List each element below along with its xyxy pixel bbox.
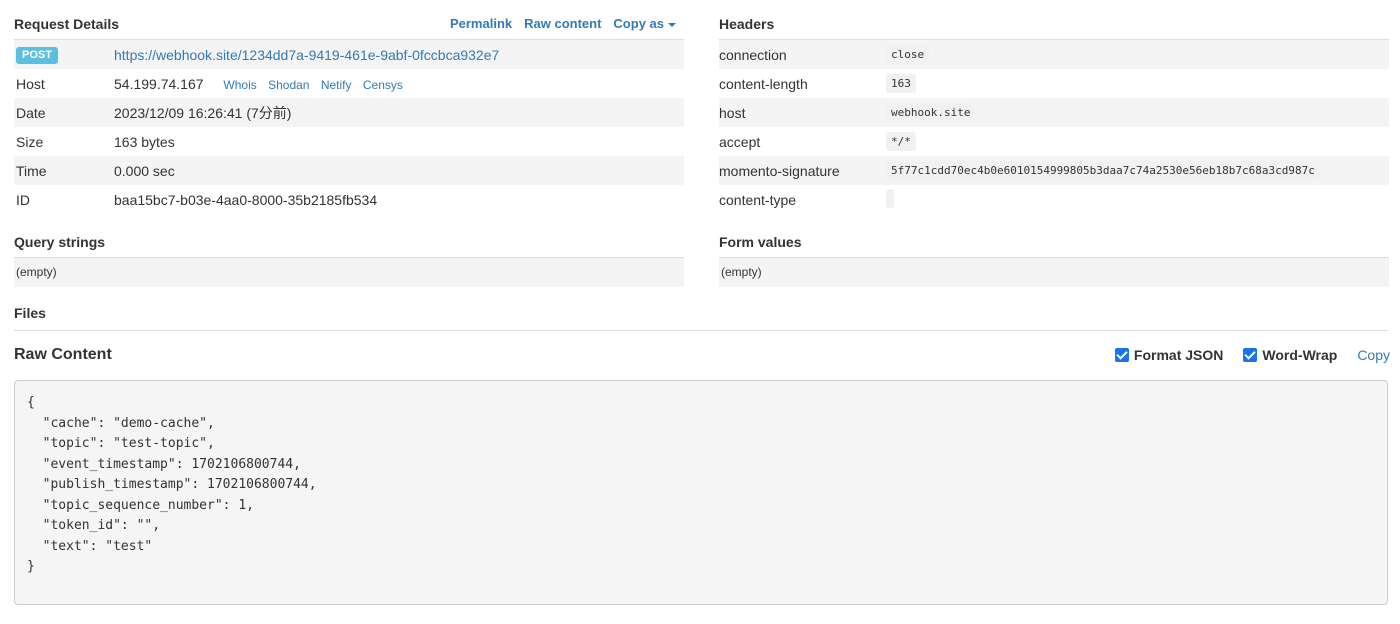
copy-button[interactable]: Copy — [1357, 347, 1390, 363]
time-value: 0.000 sec — [114, 156, 684, 185]
caret-down-icon — [668, 22, 676, 27]
header-name: momento-signature — [719, 156, 886, 185]
request-details-title: Request Details — [14, 16, 120, 32]
netify-link[interactable]: Netify — [321, 78, 352, 92]
table-row: Host 54.199.74.167 Whois Shodan Netify C… — [14, 69, 684, 98]
form-values-header: Form values — [719, 214, 1389, 258]
request-url-link[interactable]: https://webhook.site/1234dd7a-9419-461e-… — [114, 47, 499, 63]
table-row: Time 0.000 sec — [14, 156, 684, 185]
format-json-checkbox[interactable]: Format JSON — [1114, 347, 1224, 363]
header-value-cell: 5f77c1cdd70ec4b0e6010154999805b3daa7c74a… — [886, 156, 1389, 185]
header-value-cell: */* — [886, 127, 1389, 156]
header-value: */* — [886, 132, 916, 151]
request-view: Request Details Permalink Raw content Co… — [0, 0, 1400, 624]
row-label: ID — [16, 191, 30, 208]
request-details-header: Request Details Permalink Raw content Co… — [14, 0, 684, 40]
id-value: baa15bc7-b03e-4aa0-8000-35b2185fb534 — [114, 191, 378, 208]
header-value-cell — [886, 185, 1389, 214]
header-value-cell: 163 — [886, 69, 1389, 98]
host-lookup-links: Whois Shodan Netify Censys — [223, 78, 410, 92]
host-cell: 54.199.74.167 Whois Shodan Netify Censys — [114, 69, 684, 98]
table-row: content-length 163 — [719, 69, 1389, 98]
whois-link[interactable]: Whois — [223, 78, 256, 92]
table-row: Size 163 bytes — [14, 127, 684, 156]
row-label: Host — [16, 75, 45, 92]
header-value — [886, 188, 894, 208]
row-label: Date — [14, 98, 114, 127]
header-value-cell: webhook.site — [886, 98, 1389, 127]
date-value: 2023/12/09 16:26:41 (7分前) — [114, 98, 684, 127]
permalink-link[interactable]: Permalink — [450, 11, 512, 37]
raw-content-options: Format JSON Word-Wrap Copy — [1114, 347, 1390, 363]
shodan-link[interactable]: Shodan — [268, 78, 309, 92]
table-row: ID baa15bc7-b03e-4aa0-8000-35b2185fb534 — [14, 185, 684, 214]
form-values-empty: (empty) — [719, 258, 1389, 287]
checkbox-checked-icon — [1243, 348, 1258, 362]
header-name: content-type — [719, 191, 797, 208]
checkbox-checked-icon — [1114, 348, 1129, 362]
table-row: connection close — [719, 40, 1389, 69]
word-wrap-label: Word-Wrap — [1262, 347, 1338, 363]
host-value: 54.199.74.167 — [114, 75, 204, 92]
table-row: host webhook.site — [719, 98, 1389, 127]
copy-as-dropdown[interactable]: Copy as — [613, 11, 676, 37]
header-value: close — [886, 45, 930, 64]
table-row: Date 2023/12/09 16:26:41 (7分前) — [14, 98, 684, 127]
headers-table: connection close content-length 163 host… — [719, 40, 1389, 214]
row-label: Time — [14, 156, 114, 185]
header-name: host — [719, 98, 886, 127]
method-badge: POST — [16, 47, 58, 64]
table-row: momento-signature 5f77c1cdd70ec4b0e60101… — [719, 156, 1389, 185]
header-name: connection — [719, 40, 886, 69]
header-value: 5f77c1cdd70ec4b0e6010154999805b3daa7c74a… — [886, 161, 1320, 180]
form-values-title: Form values — [719, 234, 802, 250]
request-links: Permalink Raw content Copy as — [450, 11, 676, 37]
raw-content-body[interactable]: { "cache": "demo-cache", "topic": "test-… — [14, 380, 1388, 605]
raw-content-title: Raw Content — [14, 346, 112, 363]
header-name: accept — [719, 133, 761, 150]
row-label: Size — [16, 133, 44, 150]
table-row: POST https://webhook.site/1234dd7a-9419-… — [14, 40, 684, 69]
request-details-table: POST https://webhook.site/1234dd7a-9419-… — [14, 40, 684, 214]
copy-as-label: Copy as — [613, 16, 664, 31]
size-value: 163 bytes — [114, 133, 175, 150]
format-json-label: Format JSON — [1133, 347, 1224, 363]
query-strings-header: Query strings — [14, 214, 684, 258]
method-cell: POST — [14, 40, 114, 69]
header-value: 163 — [886, 74, 916, 93]
files-title: Files — [14, 305, 46, 321]
query-strings-title: Query strings — [14, 234, 106, 250]
query-strings-empty: (empty) — [14, 258, 684, 287]
headers-header: Headers — [719, 0, 1389, 40]
table-row: content-type — [719, 185, 1389, 214]
word-wrap-checkbox[interactable]: Word-Wrap — [1243, 347, 1337, 363]
left-column: Request Details Permalink Raw content Co… — [14, 0, 684, 287]
header-value-cell: close — [886, 40, 1389, 69]
right-column: Headers connection close content-length … — [719, 0, 1389, 287]
raw-content-header: Raw Content Format JSON Word-Wrap Copy — [14, 337, 1390, 373]
files-header: Files — [14, 300, 1388, 331]
censys-link[interactable]: Censys — [363, 78, 403, 92]
table-row: accept */* — [719, 127, 1389, 156]
header-name: content-length — [719, 75, 808, 92]
headers-title: Headers — [719, 16, 775, 32]
header-value: webhook.site — [886, 103, 976, 122]
url-cell: https://webhook.site/1234dd7a-9419-461e-… — [114, 40, 684, 69]
raw-content-link[interactable]: Raw content — [524, 11, 601, 37]
